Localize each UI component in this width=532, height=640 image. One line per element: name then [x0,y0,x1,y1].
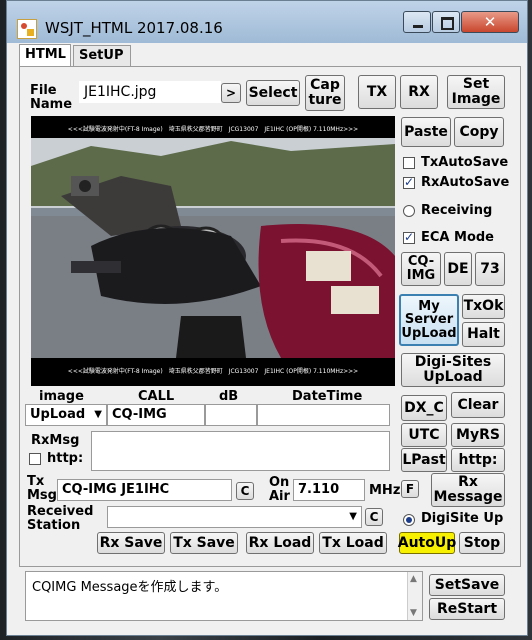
scroll-up-icon[interactable]: ▲ [410,574,417,584]
receiving-radio[interactable] [403,205,415,217]
tx-load-button[interactable]: Tx Load [319,532,387,554]
file-name-label: File Name [30,83,73,112]
motorcycle-photo [31,116,395,386]
receiving-label: Receiving [421,203,493,218]
seventy-three-button[interactable]: 73 [475,252,505,286]
halt-button[interactable]: Halt [462,322,505,347]
http-button[interactable]: http: [451,448,505,472]
tx-clear-c-button[interactable]: C [236,482,254,500]
dx-c-button[interactable]: DX_C [401,395,447,421]
dropdown-arrow-icon: ▼ [94,409,102,420]
tx-msg-label: Tx Msg [27,474,57,503]
datetime-field[interactable] [257,404,390,426]
datetime-column-header: DateTime [292,389,363,404]
frequency-field[interactable]: 7.110 [293,479,365,501]
rx-message-button[interactable]: Rx Message [431,473,505,507]
rxmsg-field[interactable] [91,431,390,471]
capture-button[interactable]: Cap ture [305,75,345,111]
eca-mode-label: ECA Mode [421,230,494,245]
dropdown-arrow-icon: ▼ [349,511,357,522]
stop-button[interactable]: Stop [459,532,505,554]
tab-html[interactable]: HTML [19,44,71,67]
clear-button[interactable]: Clear [451,392,505,418]
call-field[interactable]: CQ-IMG [107,404,205,426]
http-label: http: [47,451,84,466]
tab-setup[interactable]: SetUP [73,45,131,66]
received-station-select[interactable]: ▼ [107,506,362,528]
autoup-button[interactable]: AutoUp [398,532,456,554]
file-arrow-button[interactable]: > [221,83,241,103]
received-c-button[interactable]: C [365,508,383,526]
tx-button[interactable]: TX [358,75,396,109]
title-bar[interactable]: WSJT_HTML 2017.08.16 ✕ [7,1,527,43]
tx-autosave-checkbox[interactable] [403,157,415,169]
select-button[interactable]: Select [246,80,300,106]
cq-img-button[interactable]: CQ- IMG [401,252,441,286]
rx-load-button[interactable]: Rx Load [246,532,314,554]
close-icon: ✕ [483,13,497,31]
utc-button[interactable]: UTC [401,423,447,447]
window-title: WSJT_HTML 2017.08.16 [45,19,223,37]
txok-button[interactable]: TxOk [462,294,505,319]
digisite-up-label: DigiSite Up [421,511,504,526]
image-column-header: image [39,389,84,404]
received-station-label: Received Station [27,504,94,533]
image-banner-top: <<<試験電波発射中(FT-8 Image) 埼玉県秩父郡皆野町 JCG1300… [67,126,359,133]
rx-autosave-checkbox[interactable] [403,175,415,189]
status-message-box[interactable]: CQIMG Messageを作成します。 [25,571,423,621]
rx-save-button[interactable]: Rx Save [97,532,165,554]
paste-button[interactable]: Paste [401,117,451,147]
status-scrollbar[interactable]: ▲ ▼ [407,572,422,620]
f-button[interactable]: F [401,480,419,498]
file-name-field[interactable]: JE1IHC.jpg [79,81,221,103]
db-field[interactable] [205,404,257,426]
maximize-button[interactable] [432,11,460,33]
call-column-header: CALL [138,389,175,404]
http-checkbox[interactable] [29,453,41,465]
image-banner-bottom: <<<試験電波発射中(FT-8 Image) 埼玉県秩父郡皆野町 JCG1300… [67,368,359,375]
app-window: WSJT_HTML 2017.08.16 ✕ HTML SetUP File Na… [6,0,528,636]
mhz-unit-label: MHz [369,483,401,498]
rx-autosave-label: RxAutoSave [421,175,510,190]
digisite-up-radio[interactable] [403,514,415,526]
lpast-button[interactable]: LPast [401,448,447,472]
restart-button[interactable]: ReStart [429,598,505,620]
close-button[interactable]: ✕ [461,11,519,33]
tx-autosave-label: TxAutoSave [421,155,509,170]
minimize-button[interactable] [403,11,431,33]
db-column-header: dB [219,389,239,404]
my-server-upload-button[interactable]: My Server UpLoad [399,294,459,346]
digi-sites-upload-button[interactable]: Digi-Sites UpLoad [401,353,505,387]
de-button[interactable]: DE [444,252,472,286]
copy-button[interactable]: Copy [454,117,504,147]
rx-button[interactable]: RX [400,75,438,109]
app-icon [17,19,37,39]
eca-mode-checkbox[interactable] [403,230,415,244]
rxmsg-label: RxMsg [31,433,80,448]
tx-save-button[interactable]: Tx Save [170,532,238,554]
myrs-button[interactable]: MyRS [451,423,505,447]
set-image-button[interactable]: Set Image [447,75,505,109]
on-air-label: On Air [269,475,290,504]
setsave-button[interactable]: SetSave [429,574,505,596]
tx-msg-field[interactable]: CQ-IMG JE1IHC [57,479,232,501]
scroll-down-icon[interactable]: ▼ [410,608,417,618]
image-preview: <<<試験電波発射中(FT-8 Image) 埼玉県秩父郡皆野町 JCG1300… [31,116,395,386]
image-mode-select[interactable]: UpLoad ▼ [25,404,107,426]
